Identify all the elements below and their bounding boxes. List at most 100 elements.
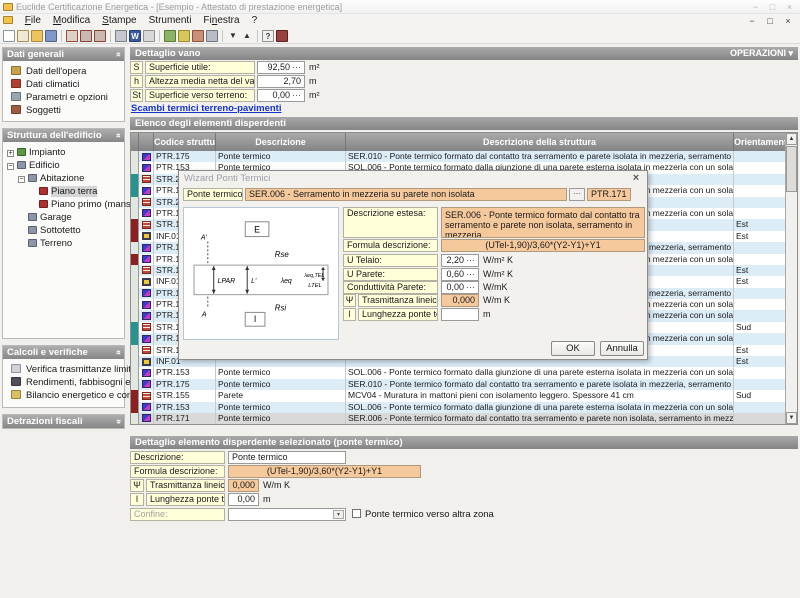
confine-dropdown[interactable]: ▾ — [228, 508, 346, 521]
field-input[interactable]: 2,70 — [257, 75, 305, 88]
browse-button[interactable]: ··· — [569, 188, 585, 201]
browse-dots-icon[interactable]: ··· — [466, 269, 475, 279]
copy-stack-icon[interactable] — [206, 30, 218, 42]
panel-header[interactable]: Calcoli e verifiche« — [3, 346, 124, 359]
menu-modifica[interactable]: Modifica — [47, 14, 96, 28]
expand-icon[interactable]: + — [7, 150, 14, 157]
menu-strumenti[interactable]: Strumenti — [143, 14, 198, 28]
scroll-down-icon[interactable]: ▼ — [786, 412, 797, 424]
maximize-button[interactable]: □ — [766, 0, 779, 14]
tree-item-terreno[interactable]: Terreno — [3, 237, 124, 250]
menu-finestra[interactable]: Finestra — [197, 14, 245, 28]
field-input[interactable]: 0,00··· — [257, 89, 305, 102]
table-row[interactable]: PTR.175Ponte termicoSER.010 - Ponte term… — [131, 379, 797, 390]
col-struttura-header[interactable]: Descrizione della struttura — [346, 133, 734, 151]
browse-dots-icon[interactable]: ··· — [292, 62, 301, 72]
col-codice-header[interactable]: Codice struttura — [154, 133, 216, 151]
struttura-cell: SER.010 - Ponte termico formato dal cont… — [346, 151, 734, 162]
descrizione-estesa-value: SER.006 - Ponte termico formato dal cont… — [441, 207, 645, 238]
operazioni-button[interactable]: OPERAZIONI ▾ — [730, 47, 793, 60]
doc-green-icon[interactable] — [164, 30, 176, 42]
sidebar-item-bilancio-energetico-e-consumi[interactable]: Bilancio energetico e consumi — [3, 389, 124, 402]
browse-dots-icon[interactable]: ··· — [466, 282, 475, 292]
table-row[interactable]: PTR.171Ponte termicoSER.006 - Ponte term… — [131, 413, 797, 424]
move-up-icon[interactable]: ▲ — [241, 30, 253, 42]
tree-item-edificio[interactable]: −Edificio — [3, 159, 124, 172]
tree-item-garage[interactable]: Garage — [3, 211, 124, 224]
row-status-bar — [131, 185, 139, 196]
sidebar-item-rendimenti-fabbisogni-ed-ep[interactable]: Rendimenti, fabbisogni ed EP — [3, 376, 124, 389]
chevron-up-icon[interactable]: « — [112, 52, 125, 57]
annulla-button[interactable]: Annulla — [600, 341, 644, 356]
scrollbar-thumb[interactable] — [786, 146, 797, 192]
chevron-up-icon[interactable]: « — [112, 133, 125, 138]
browse-dots-icon[interactable]: ··· — [292, 90, 301, 100]
table-row[interactable]: PTR.175Ponte termicoSER.010 - Ponte term… — [131, 151, 797, 162]
row-type-cell — [139, 219, 154, 230]
close-icon[interactable]: × — [629, 172, 643, 185]
find-icon[interactable] — [80, 30, 92, 42]
chevron-down-icon[interactable]: « — [112, 419, 125, 424]
col-descrizione-header[interactable]: Descrizione — [216, 133, 346, 151]
field-input[interactable]: 92,50··· — [257, 61, 305, 74]
doc-print-icon[interactable] — [192, 30, 204, 42]
row-status-bar — [131, 322, 139, 333]
close-button[interactable]: × — [783, 0, 796, 14]
lunghezza-input[interactable]: 0,00 — [228, 493, 259, 506]
ok-button[interactable]: OK — [551, 341, 595, 356]
menu-file[interactable]: File — [19, 14, 47, 28]
exit-icon[interactable] — [276, 30, 288, 42]
print-icon[interactable] — [115, 30, 127, 42]
formula-descrizione-value: (UTel-1,90)/3,60*(Y2-Y1)+Y1 — [441, 239, 645, 252]
move-down-icon[interactable]: ▼ — [227, 30, 239, 42]
table-scrollbar[interactable]: ▲ ▼ — [785, 133, 797, 424]
table-row[interactable]: STR.155PareteMCV04 - Muratura in mattoni… — [131, 390, 797, 401]
panel-header[interactable]: Struttura dell'edificio« — [3, 129, 124, 142]
menu-stampe[interactable]: Stampe — [96, 14, 142, 28]
open-icon[interactable] — [31, 30, 43, 42]
sidebar-item-dati-dell-opera[interactable]: Dati dell'opera — [3, 65, 124, 78]
sidebar-item-dati-climatici[interactable]: Dati climatici — [3, 78, 124, 91]
descrizione-input[interactable]: Ponte termico — [228, 451, 346, 464]
import-icon[interactable] — [66, 30, 78, 42]
col-orientamento-header[interactable]: Orientamento — [734, 133, 785, 151]
panel-header[interactable]: Detrazioni fiscali« — [3, 415, 124, 428]
collapse-icon[interactable]: − — [18, 176, 25, 183]
child-minimize-button[interactable]: − — [746, 14, 758, 28]
tree-item-sottotetto[interactable]: Sottotetto — [3, 224, 124, 237]
browse-dots-icon[interactable]: ··· — [466, 255, 475, 265]
table-row[interactable]: PTR.153Ponte termicoSOL.006 - Ponte term… — [131, 367, 797, 378]
doc-yellow-icon[interactable] — [178, 30, 190, 42]
child-restore-button[interactable]: □ — [764, 14, 776, 28]
menu-?[interactable]: ? — [246, 14, 264, 28]
new-document-icon[interactable] — [3, 30, 15, 42]
table-row[interactable]: PTR.153Ponte termicoSOL.006 - Ponte term… — [131, 402, 797, 413]
tree-item-impianto[interactable]: +Impianto — [3, 146, 124, 159]
ponte-termico-altra-zona-checkbox[interactable] — [352, 509, 361, 518]
panel-header[interactable]: Dati generali« — [3, 48, 124, 61]
chevron-down-icon[interactable]: ▾ — [333, 510, 344, 519]
help-icon[interactable]: ? — [262, 30, 274, 42]
sidebar-item-verifica-trasmittanze-limite[interactable]: Verifica trasmittanze limite — [3, 363, 124, 376]
minimize-button[interactable]: − — [749, 0, 762, 14]
replace-icon[interactable] — [94, 30, 106, 42]
table-export-icon[interactable] — [143, 30, 155, 42]
child-close-button[interactable]: × — [782, 14, 794, 28]
word-export-icon[interactable]: W — [129, 30, 141, 42]
sidebar-item-soggetti[interactable]: Soggetti — [3, 104, 124, 117]
scambi-termici-link[interactable]: Scambi termici terreno-pavimenti — [131, 103, 281, 114]
lunghezza-ponte-input[interactable] — [441, 308, 479, 321]
codice-cell: PTR.175 — [154, 379, 216, 390]
tree-item-abitazione[interactable]: −Abitazione — [3, 172, 124, 185]
tree-item-piano-terra[interactable]: Piano terra — [3, 185, 124, 198]
sidebar-item-parametri-e-opzioni[interactable]: Parametri e opzioni — [3, 91, 124, 104]
chevron-up-icon[interactable]: « — [112, 350, 125, 355]
u-telaio-input[interactable]: 2,20··· — [441, 254, 479, 267]
save-icon[interactable] — [45, 30, 57, 42]
u-parete-input[interactable]: 0,60··· — [441, 268, 479, 281]
tree-item-piano-primo-mansarda-[interactable]: Piano primo (mansarda) — [3, 198, 124, 211]
scroll-up-icon[interactable]: ▲ — [786, 133, 797, 145]
new-from-template-icon[interactable] — [17, 30, 29, 42]
conduttivita-input[interactable]: 0,00··· — [441, 281, 479, 294]
collapse-icon[interactable]: − — [7, 163, 14, 170]
